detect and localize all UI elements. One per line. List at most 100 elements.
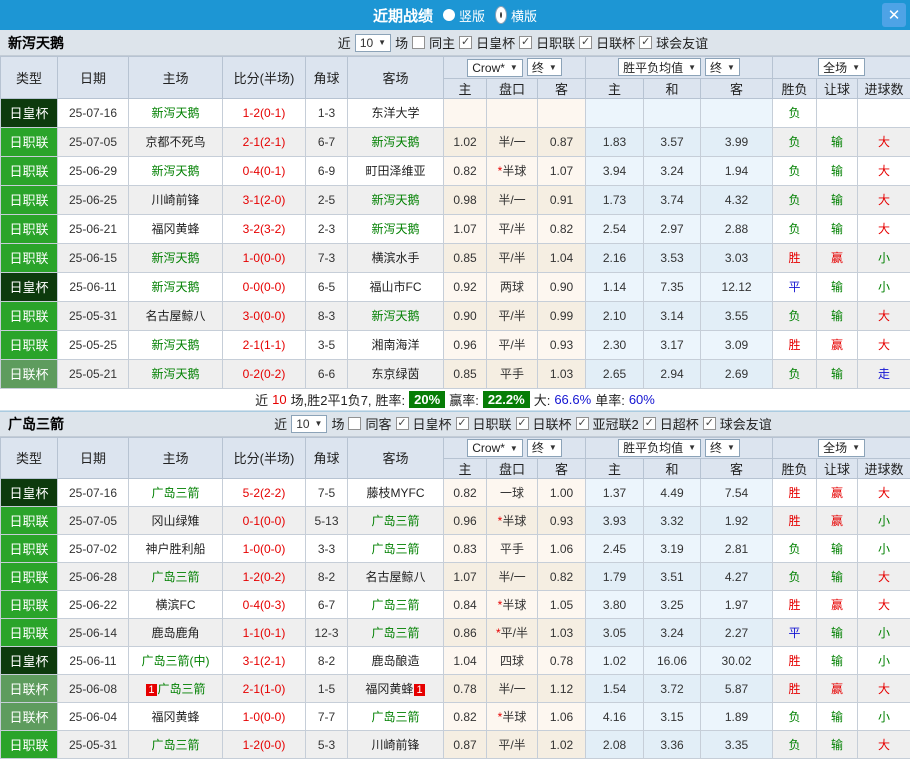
match-count-select[interactable]: 10▼ — [291, 415, 327, 433]
subheader-odds-home: 主 — [444, 459, 487, 479]
away-cell: 川崎前锋 — [348, 731, 444, 759]
same-venue-label: 同主 — [429, 33, 455, 52]
away-odds-cell: 1.06 — [538, 535, 586, 563]
halftime-score: (3-2) — [260, 222, 285, 236]
layout-radio-horizontal[interactable]: 横版 — [495, 6, 537, 25]
halftime-score: (1-1) — [260, 338, 285, 352]
same-venue-checkbox[interactable] — [348, 417, 361, 430]
away-team-link[interactable]: 町田泽维亚 — [365, 164, 425, 178]
away-team-link[interactable]: 新泻天鹅 — [371, 135, 419, 149]
away-team-link[interactable]: 广岛三箭 — [371, 514, 419, 528]
match-count-select[interactable]: 10▼ — [355, 34, 391, 52]
final-average-select[interactable]: 终▼ — [705, 439, 740, 457]
league-filter-label: 日联杯 — [533, 414, 572, 433]
bookmaker-select-value: Crow* — [472, 441, 505, 455]
home-team-link[interactable]: 神户胜利船 — [145, 542, 205, 556]
close-button[interactable]: ✕ — [882, 3, 906, 27]
header-date: 日期 — [58, 57, 129, 99]
away-team-link[interactable]: 新泻天鹅 — [371, 193, 419, 207]
away-team-link[interactable]: 东洋大学 — [371, 106, 419, 120]
same-venue-checkbox[interactable] — [412, 36, 425, 49]
fulltime-score: 3-0 — [243, 309, 260, 323]
average-odds-select[interactable]: 胜平负均值▼ — [618, 58, 701, 76]
league-checkbox[interactable]: ✓ — [396, 417, 409, 430]
type-cell: 日职联 — [1, 243, 58, 272]
avg-draw-cell: 3.32 — [644, 507, 701, 535]
away-team-link[interactable]: 东京绿茵 — [371, 367, 419, 381]
home-team-link[interactable]: 横滨FC — [156, 598, 196, 612]
home-team-link[interactable]: 广岛三箭(中) — [142, 654, 210, 668]
away-team-link[interactable]: 鹿岛酿造 — [371, 654, 419, 668]
bookmaker-select[interactable]: Crow*▼ — [467, 59, 523, 77]
handicap-value: 半球 — [502, 598, 526, 612]
avg-draw-cell: 3.51 — [644, 563, 701, 591]
league-checkbox[interactable]: ✓ — [516, 417, 529, 430]
league-checkbox[interactable]: ✓ — [639, 36, 652, 49]
home-team-link[interactable]: 新泻天鹅 — [151, 164, 199, 178]
away-team-link[interactable]: 广岛三箭 — [371, 542, 419, 556]
away-team-link[interactable]: 横滨水手 — [371, 251, 419, 265]
radio-label: 横版 — [511, 6, 537, 25]
away-team-link[interactable]: 福山市FC — [370, 280, 422, 294]
home-team-link[interactable]: 福冈黄蜂 — [151, 710, 199, 724]
away-team-link[interactable]: 新泻天鹅 — [371, 222, 419, 236]
away-team-link[interactable]: 新泻天鹅 — [371, 309, 419, 323]
radio-icon[interactable] — [443, 9, 455, 21]
away-team-link[interactable]: 广岛三箭 — [371, 626, 419, 640]
away-team-link[interactable]: 广岛三箭 — [371, 598, 419, 612]
home-team-link[interactable]: 川崎前锋 — [151, 193, 199, 207]
home-team-link[interactable]: 鹿岛鹿角 — [151, 626, 199, 640]
final-odds-select[interactable]: 终▼ — [527, 439, 562, 457]
home-cell: 广岛三箭 — [129, 563, 223, 591]
filter-bar: 近10▼场同主✓日皇杯✓日职联✓日联杯✓球会友谊 — [338, 33, 708, 52]
home-team-link[interactable]: 广岛三箭 — [151, 486, 199, 500]
home-team-link[interactable]: 福冈黄蜂 — [151, 222, 199, 236]
avg-away-cell: 3.99 — [701, 127, 773, 156]
league-checkbox[interactable]: ✓ — [459, 36, 472, 49]
away-team-link[interactable]: 湘南海洋 — [371, 338, 419, 352]
away-odds-cell: 0.99 — [538, 301, 586, 330]
home-team-link[interactable]: 广岛三箭 — [151, 738, 199, 752]
corner-cell: 8-3 — [306, 301, 348, 330]
chevron-down-icon: ▼ — [852, 63, 860, 72]
home-team-link[interactable]: 冈山绿雉 — [151, 514, 199, 528]
home-team-link[interactable]: 新泻天鹅 — [151, 106, 199, 120]
home-team-link[interactable]: 新泻天鹅 — [151, 280, 199, 294]
fullmatch-select[interactable]: 全场▼ — [818, 439, 865, 457]
home-team-link[interactable]: 新泻天鹅 — [151, 367, 199, 381]
league-checkbox[interactable]: ✓ — [456, 417, 469, 430]
final-odds-select[interactable]: 终▼ — [527, 58, 562, 76]
league-filter-label: 日职联 — [473, 414, 512, 433]
league-checkbox[interactable]: ✓ — [576, 417, 589, 430]
avg-away-cell: 2.27 — [701, 619, 773, 647]
away-team-link[interactable]: 藤枝MYFC — [367, 486, 425, 500]
away-team-link[interactable]: 福冈黄蜂 — [365, 682, 413, 696]
home-team-link[interactable]: 新泻天鹅 — [151, 251, 199, 265]
halftime-score: (0-0) — [260, 542, 285, 556]
halftime-score: (0-0) — [260, 710, 285, 724]
league-checkbox[interactable]: ✓ — [519, 36, 532, 49]
table-row: 日联杯25-05-21新泻天鹅0-2(0-2)6-6东京绿茵0.85平手1.03… — [1, 359, 910, 388]
league-checkbox[interactable]: ✓ — [579, 36, 592, 49]
home-team-link[interactable]: 京都不死鸟 — [145, 135, 205, 149]
avg-away-cell: 2.69 — [701, 359, 773, 388]
home-team-link[interactable]: 新泻天鹅 — [151, 338, 199, 352]
league-checkbox[interactable]: ✓ — [703, 417, 716, 430]
fullmatch-select[interactable]: 全场▼ — [818, 58, 865, 76]
radio-selected-icon[interactable] — [495, 6, 507, 24]
final-average-select[interactable]: 终▼ — [705, 58, 740, 76]
home-team-link[interactable]: 名古屋鲸八 — [145, 309, 205, 323]
home-team-link[interactable]: 广岛三箭 — [151, 570, 199, 584]
average-odds-select[interactable]: 胜平负均值▼ — [618, 439, 701, 457]
over-rate-value: 66.6% — [554, 392, 591, 407]
league-checkbox[interactable]: ✓ — [643, 417, 656, 430]
avg-away-cell: 3.55 — [701, 301, 773, 330]
bookmaker-select[interactable]: Crow*▼ — [467, 439, 523, 457]
away-team-link[interactable]: 名古屋鲸八 — [365, 570, 425, 584]
away-team-link[interactable]: 广岛三箭 — [371, 710, 419, 724]
home-team-link[interactable]: 广岛三箭 — [158, 682, 206, 696]
away-team-link[interactable]: 川崎前锋 — [371, 738, 419, 752]
average-odds-select-value: 胜平负均值 — [623, 59, 683, 76]
score-cell: 0-2(0-2) — [223, 359, 306, 388]
layout-radio-vertical[interactable]: 竖版 — [443, 6, 485, 25]
